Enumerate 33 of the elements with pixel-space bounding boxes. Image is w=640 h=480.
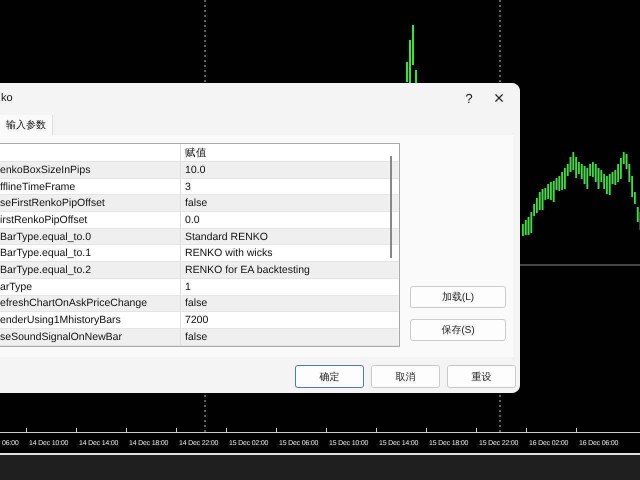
dialog-button[interactable]: 取消: [371, 365, 440, 388]
table-cell-text: 0.0: [184, 214, 200, 226]
table-cell-text: false: [184, 330, 208, 343]
table-cell: seSoundSignalOnNewBar: [0, 328, 181, 345]
table-cell: seFirstRenkoPipOffset: [0, 195, 181, 212]
close-button[interactable]: ×: [484, 88, 514, 108]
table-cell-text: 7200: [184, 314, 208, 326]
table-cell: arType: [0, 278, 181, 294]
table-cell-text: false: [184, 297, 208, 310]
window-title: ko: [0, 92, 14, 104]
table-cell: BarType.equal_to.1: [0, 245, 181, 262]
table-cell: BarType.equal_to.0: [0, 228, 181, 244]
table-cell-text: RENKO for EA backtesting: [184, 264, 310, 276]
table-cell: irstRenkoPipOffset: [0, 212, 181, 228]
dialog-button[interactable]: 确定: [295, 365, 364, 388]
table-cell: fflineTimeFrame: [0, 178, 181, 194]
dialog-button[interactable]: 重设: [447, 365, 516, 388]
table-cell-text: 3: [184, 180, 191, 193]
table-cell: enkoBoxSizeInPips: [0, 162, 181, 178]
table-cell: enderUsing1MhistoryBars: [0, 312, 181, 328]
table-cell-text: 1: [184, 280, 191, 293]
tab[interactable]: 输入参数: [0, 115, 53, 135]
table-cell-text: false: [184, 197, 208, 210]
table-cell-text: Standard RENKO: [184, 230, 268, 243]
table-cell-text: RENKO with wicks: [184, 247, 273, 260]
scrollbar-thumb[interactable]: [390, 156, 392, 258]
table-cell-text: 10.0: [184, 164, 206, 176]
help-button[interactable]: ?: [454, 90, 484, 106]
dialog-button[interactable]: 保存(S): [410, 319, 506, 341]
table-cell: efreshChartOnAskPriceChange: [0, 296, 181, 312]
dialog-button[interactable]: 加载(L): [410, 286, 506, 308]
column-header: 赋值: [184, 146, 207, 160]
table-cell: BarType.equal_to.2: [0, 262, 181, 278]
